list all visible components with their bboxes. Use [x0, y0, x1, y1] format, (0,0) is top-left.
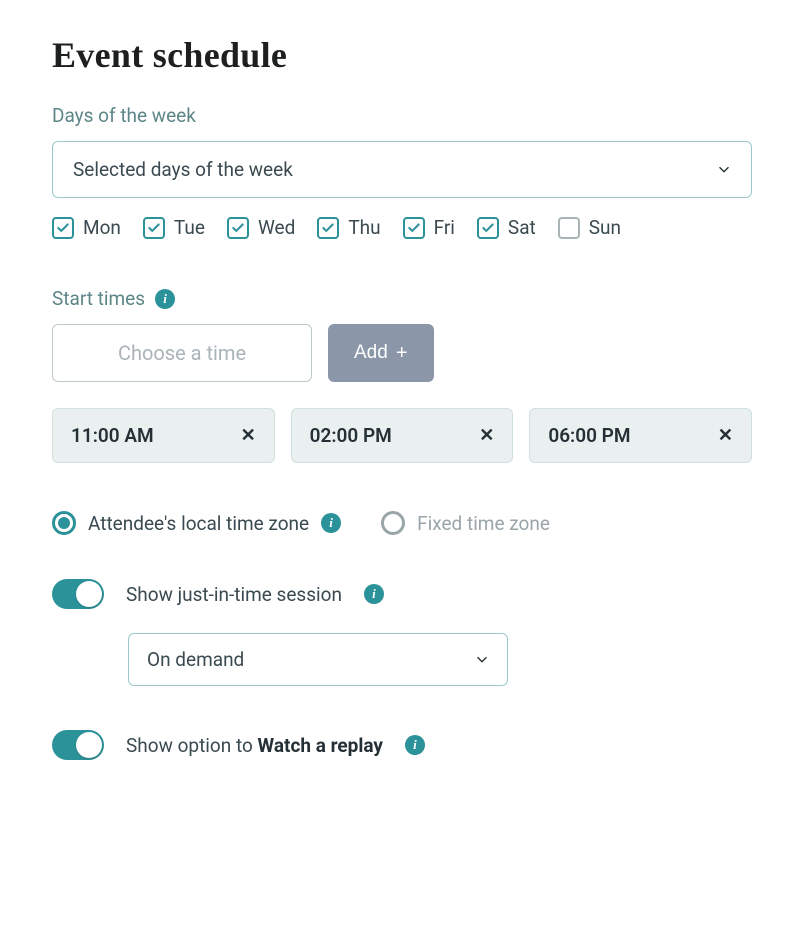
plus-icon: +	[396, 342, 408, 365]
checkbox-fri[interactable]	[403, 217, 425, 239]
day-label-tue: Tue	[174, 216, 205, 239]
time-chip-label: 02:00 PM	[310, 424, 392, 447]
checkbox-sun[interactable]	[558, 217, 580, 239]
jit-toggle[interactable]	[52, 579, 104, 609]
day-label-fri: Fri	[434, 216, 455, 239]
time-chip-label: 06:00 PM	[548, 424, 630, 447]
days-of-week-select-value: Selected days of the week	[73, 158, 293, 181]
radio-button-icon	[52, 511, 76, 535]
replay-toggle-row: Show option to Watch a replay i	[52, 730, 752, 760]
chevron-down-icon	[717, 163, 731, 177]
remove-time-icon[interactable]: ✕	[718, 425, 733, 446]
time-input[interactable]: Choose a time	[52, 324, 312, 382]
radio-label: Fixed time zone	[417, 512, 550, 535]
time-chip: 06:00 PM ✕	[529, 408, 752, 463]
add-time-button[interactable]: Add +	[328, 324, 434, 382]
day-label-sun: Sun	[589, 216, 621, 239]
selected-times-row: 11:00 AM ✕ 02:00 PM ✕ 06:00 PM ✕	[52, 408, 752, 463]
info-icon[interactable]: i	[364, 584, 384, 604]
info-icon[interactable]: i	[321, 513, 341, 533]
day-label-sat: Sat	[508, 216, 536, 239]
page-title: Event schedule	[52, 34, 752, 76]
timezone-radio-group: Attendee's local time zone i Fixed time …	[52, 511, 752, 535]
start-times-label: Start times i	[52, 287, 752, 310]
time-chip-label: 11:00 AM	[71, 424, 154, 447]
jit-mode-select[interactable]: On demand	[128, 633, 508, 686]
remove-time-icon[interactable]: ✕	[241, 425, 256, 446]
replay-label-strong: Watch a replay	[258, 734, 383, 757]
jit-label: Show just-in-time session	[126, 583, 342, 606]
days-of-week-label: Days of the week	[52, 104, 752, 127]
jit-mode-select-value: On demand	[147, 648, 244, 671]
radio-label: Attendee's local time zone	[88, 512, 309, 535]
replay-toggle[interactable]	[52, 730, 104, 760]
checkbox-sat[interactable]	[477, 217, 499, 239]
days-of-week-label-text: Days of the week	[52, 104, 196, 127]
radio-attendee-local[interactable]: Attendee's local time zone i	[52, 511, 341, 535]
replay-label-prefix: Show option to	[126, 734, 258, 757]
checkbox-thu[interactable]	[317, 217, 339, 239]
days-checkbox-row: Mon Tue Wed Thu Fri	[52, 216, 752, 239]
chevron-down-icon	[475, 653, 489, 667]
time-chip: 02:00 PM ✕	[291, 408, 514, 463]
checkbox-wed[interactable]	[227, 217, 249, 239]
add-button-label: Add	[354, 342, 388, 364]
replay-label: Show option to Watch a replay	[126, 734, 383, 757]
checkbox-tue[interactable]	[143, 217, 165, 239]
info-icon[interactable]: i	[155, 289, 175, 309]
info-icon[interactable]: i	[405, 735, 425, 755]
day-label-wed: Wed	[258, 216, 295, 239]
day-label-mon: Mon	[83, 216, 121, 239]
radio-fixed-timezone[interactable]: Fixed time zone	[381, 511, 550, 535]
time-chip: 11:00 AM ✕	[52, 408, 275, 463]
day-label-thu: Thu	[348, 216, 380, 239]
start-times-label-text: Start times	[52, 287, 145, 310]
days-of-week-select[interactable]: Selected days of the week	[52, 141, 752, 198]
remove-time-icon[interactable]: ✕	[479, 425, 494, 446]
jit-toggle-row: Show just-in-time session i	[52, 579, 752, 609]
radio-button-icon	[381, 511, 405, 535]
checkbox-mon[interactable]	[52, 217, 74, 239]
